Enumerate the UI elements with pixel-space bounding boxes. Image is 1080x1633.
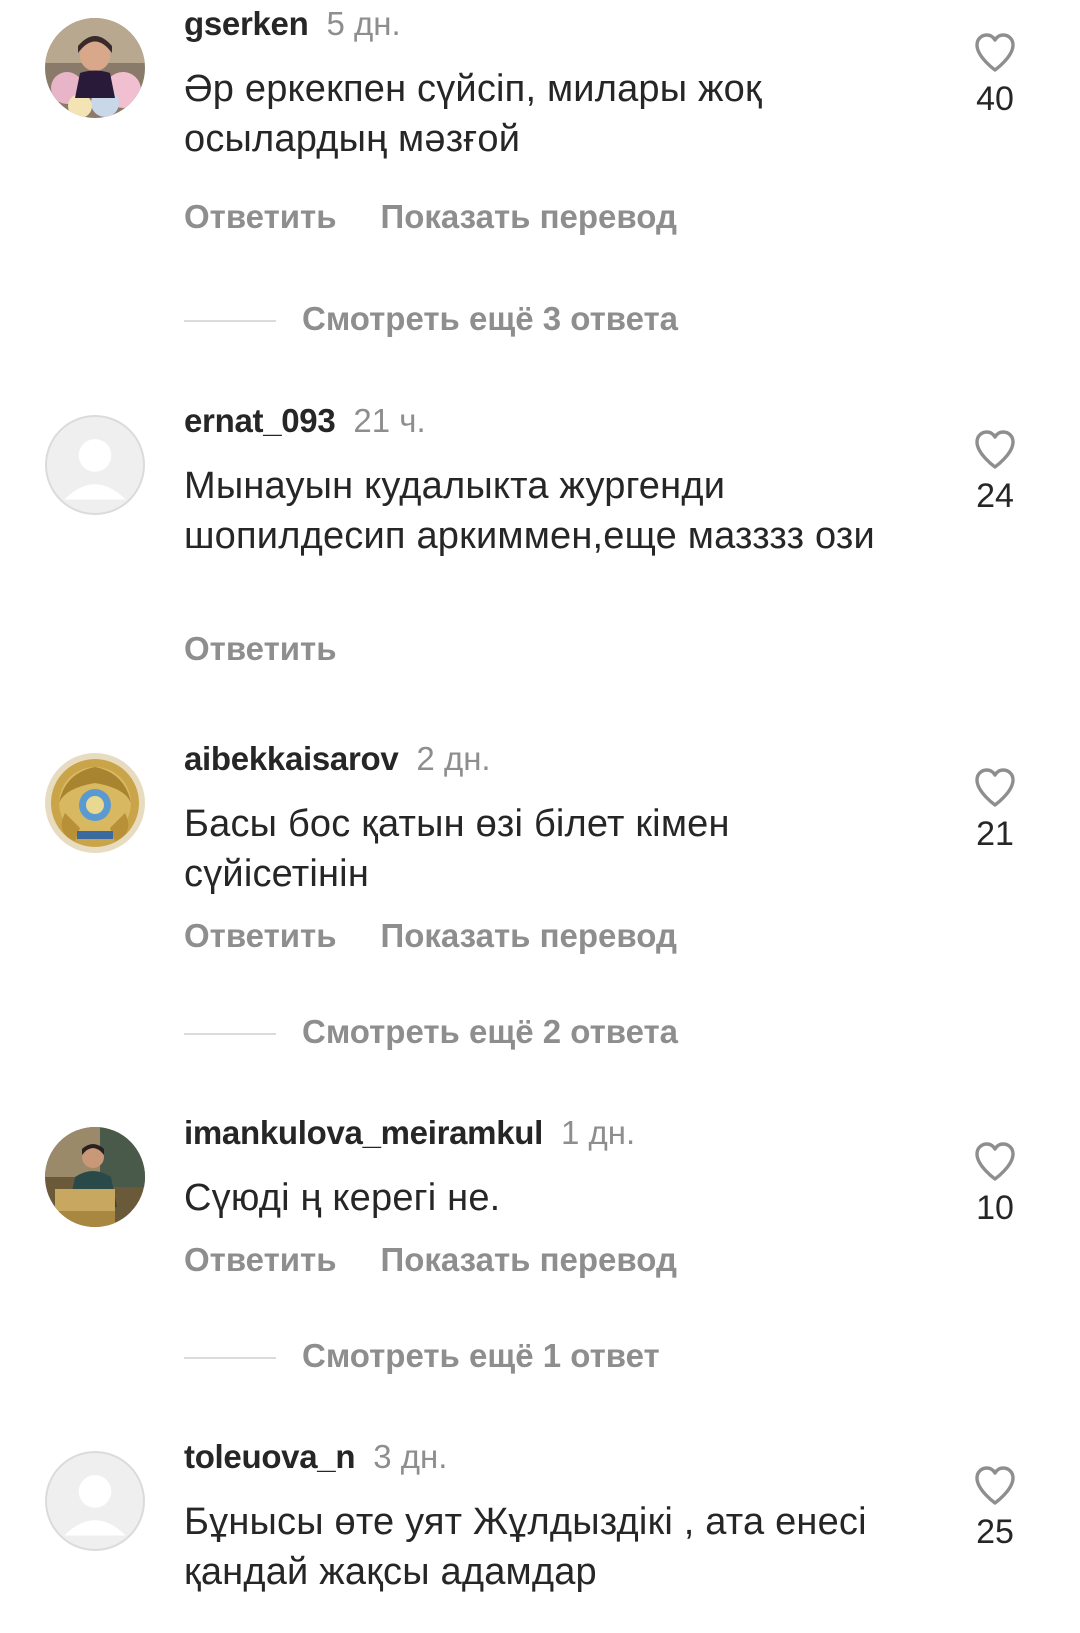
- user-photo-icon: [45, 18, 145, 118]
- view-more-replies-label[interactable]: Смотреть ещё 2 ответа: [302, 1013, 678, 1050]
- like-count: 25: [976, 1513, 1014, 1551]
- like-control: 24: [955, 425, 1035, 516]
- view-more-replies[interactable]: Смотреть ещё 1 ответ: [184, 1337, 660, 1375]
- avatar[interactable]: [45, 753, 145, 853]
- heart-outline-icon[interactable]: [971, 28, 1019, 76]
- comment-header: ernat_093 21 ч.: [184, 397, 426, 445]
- comment-text: Әр еркекпен сүйсіп, милары жоқ осылардың…: [184, 68, 762, 160]
- replies-divider: [184, 1033, 276, 1036]
- user-photo-icon: [45, 1127, 145, 1227]
- like-control: 40: [955, 28, 1035, 119]
- like-count: 24: [976, 477, 1014, 515]
- comment-text: Сүюді ң керегі не.: [184, 1177, 501, 1219]
- comment-time: 2 дн.: [416, 740, 491, 777]
- avatar[interactable]: [45, 415, 145, 515]
- emblem-avatar-icon: [45, 753, 145, 853]
- reply-button[interactable]: Ответить: [184, 198, 337, 235]
- heart-outline-icon[interactable]: [971, 1461, 1019, 1509]
- like-control: 10: [955, 1137, 1035, 1228]
- like-control: 25: [955, 1461, 1035, 1552]
- comment-username[interactable]: imankulova_meiramkul: [184, 1114, 543, 1151]
- default-avatar-icon: [64, 1475, 126, 1536]
- replies-divider: [184, 1357, 276, 1360]
- view-more-replies[interactable]: Смотреть ещё 2 ответа: [184, 1013, 678, 1051]
- show-translation-button[interactable]: Показать перевод: [381, 917, 677, 954]
- comment-actions: Ответить Показать перевод: [184, 198, 721, 236]
- show-translation-button[interactable]: Показать перевод: [381, 1241, 677, 1278]
- comment-username[interactable]: aibekkaisarov: [184, 740, 399, 777]
- comment-actions: Ответить: [184, 630, 381, 668]
- comment-time: 5 дн.: [326, 5, 401, 42]
- like-control: 21: [955, 763, 1035, 854]
- like-count: 21: [976, 815, 1014, 853]
- default-avatar-icon: [64, 439, 126, 500]
- reply-button[interactable]: Ответить: [184, 917, 337, 954]
- avatar[interactable]: [45, 18, 145, 118]
- comment-text: Бұнысы өте уят Жұлдыздікі , ата енесі қа…: [184, 1501, 867, 1593]
- reply-button[interactable]: Ответить: [184, 1241, 337, 1278]
- view-more-replies-label[interactable]: Смотреть ещё 1 ответ: [302, 1337, 660, 1374]
- comment-username[interactable]: gserken: [184, 5, 309, 42]
- avatar[interactable]: [45, 1127, 145, 1227]
- like-count: 10: [976, 1189, 1014, 1227]
- comment-time: 1 дн.: [561, 1114, 636, 1151]
- comment-username[interactable]: toleuova_n: [184, 1438, 356, 1475]
- avatar[interactable]: [45, 1451, 145, 1551]
- comment-actions: Ответить Показать перевод: [184, 1241, 721, 1279]
- comment-text: Мынауын кудалыкта жургенди шопилдесип ар…: [184, 465, 875, 557]
- view-more-replies-label[interactable]: Смотреть ещё 3 ответа: [302, 300, 678, 337]
- comment-actions: Ответить Показать перевод: [184, 917, 721, 955]
- heart-outline-icon[interactable]: [971, 1137, 1019, 1185]
- heart-outline-icon[interactable]: [971, 763, 1019, 811]
- comment-username[interactable]: ernat_093: [184, 402, 336, 439]
- like-count: 40: [976, 80, 1014, 118]
- comment-header: imankulova_meiramkul 1 дн.: [184, 1109, 635, 1157]
- comment-time: 3 дн.: [373, 1438, 448, 1475]
- comment-header: aibekkaisarov 2 дн.: [184, 735, 491, 783]
- comment-header: toleuova_n 3 дн.: [184, 1433, 447, 1481]
- comment-time: 21 ч.: [353, 402, 426, 439]
- reply-button[interactable]: Ответить: [184, 630, 337, 667]
- replies-divider: [184, 320, 276, 323]
- view-more-replies[interactable]: Смотреть ещё 3 ответа: [184, 300, 678, 338]
- comment-text: Басы бос қатын өзі білет кімен сүйісетін…: [184, 803, 730, 895]
- show-translation-button[interactable]: Показать перевод: [381, 198, 677, 235]
- heart-outline-icon[interactable]: [971, 425, 1019, 473]
- comment-header: gserken 5 дн.: [184, 0, 401, 48]
